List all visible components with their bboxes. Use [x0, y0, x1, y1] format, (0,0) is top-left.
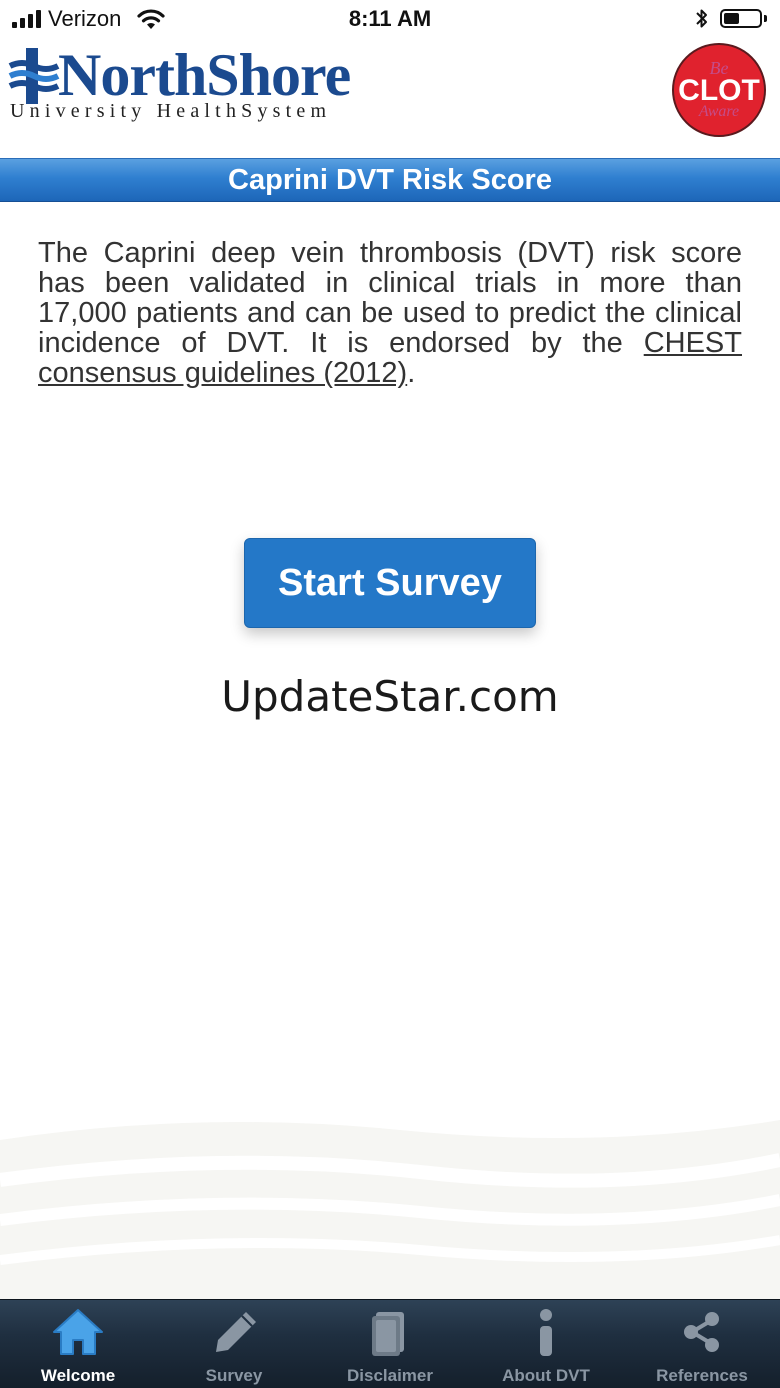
watermark-text: UpdateStar.com — [221, 672, 559, 721]
tab-bar: Welcome Survey Disclaimer About DVT Refe… — [0, 1299, 780, 1388]
tab-label: References — [656, 1366, 748, 1385]
home-icon — [53, 1309, 103, 1355]
tab-disclaimer[interactable]: Disclaimer — [312, 1300, 468, 1388]
intro-text: The Caprini deep vein thrombosis (DVT) r… — [38, 237, 742, 359]
be-clot-aware-badge: Be CLOT Aware — [672, 43, 766, 137]
status-time: 8:11 AM — [348, 6, 432, 31]
title-bar: Caprini DVT Risk Score — [0, 158, 780, 202]
tab-label: Welcome — [40, 1366, 116, 1385]
tab-survey[interactable]: Survey — [156, 1300, 312, 1388]
tab-label: Disclaimer — [347, 1366, 433, 1385]
page-title: Caprini DVT Risk Score — [228, 164, 552, 196]
tab-label: Survey — [205, 1366, 263, 1385]
tab-label: About DVT — [502, 1366, 590, 1385]
brand-name: NorthShore — [58, 42, 351, 108]
battery-level — [724, 13, 739, 24]
tab-about-dvt[interactable]: About DVT — [468, 1300, 624, 1388]
northshore-logo: NorthShore University HealthSystem — [8, 42, 408, 132]
share-icon — [684, 1312, 719, 1352]
brand-subtitle: University HealthSystem — [10, 100, 332, 122]
battery-icon — [720, 9, 762, 28]
tab-references[interactable]: References — [624, 1300, 780, 1388]
intro-trailing: . — [407, 357, 416, 389]
pencil-icon — [216, 1312, 256, 1352]
info-icon — [540, 1309, 552, 1356]
intro-paragraph: The Caprini deep vein thrombosis (DVT) r… — [38, 238, 742, 388]
tab-welcome[interactable]: Welcome — [0, 1300, 156, 1388]
badge-line3: Aware — [698, 103, 739, 120]
bluetooth-icon — [696, 9, 707, 28]
start-survey-button[interactable]: Start Survey — [244, 538, 536, 628]
background-waves — [0, 1120, 780, 1300]
book-icon — [372, 1312, 404, 1356]
status-bar: Verizon 8:11 AM — [0, 0, 780, 40]
battery-nub — [764, 15, 767, 22]
